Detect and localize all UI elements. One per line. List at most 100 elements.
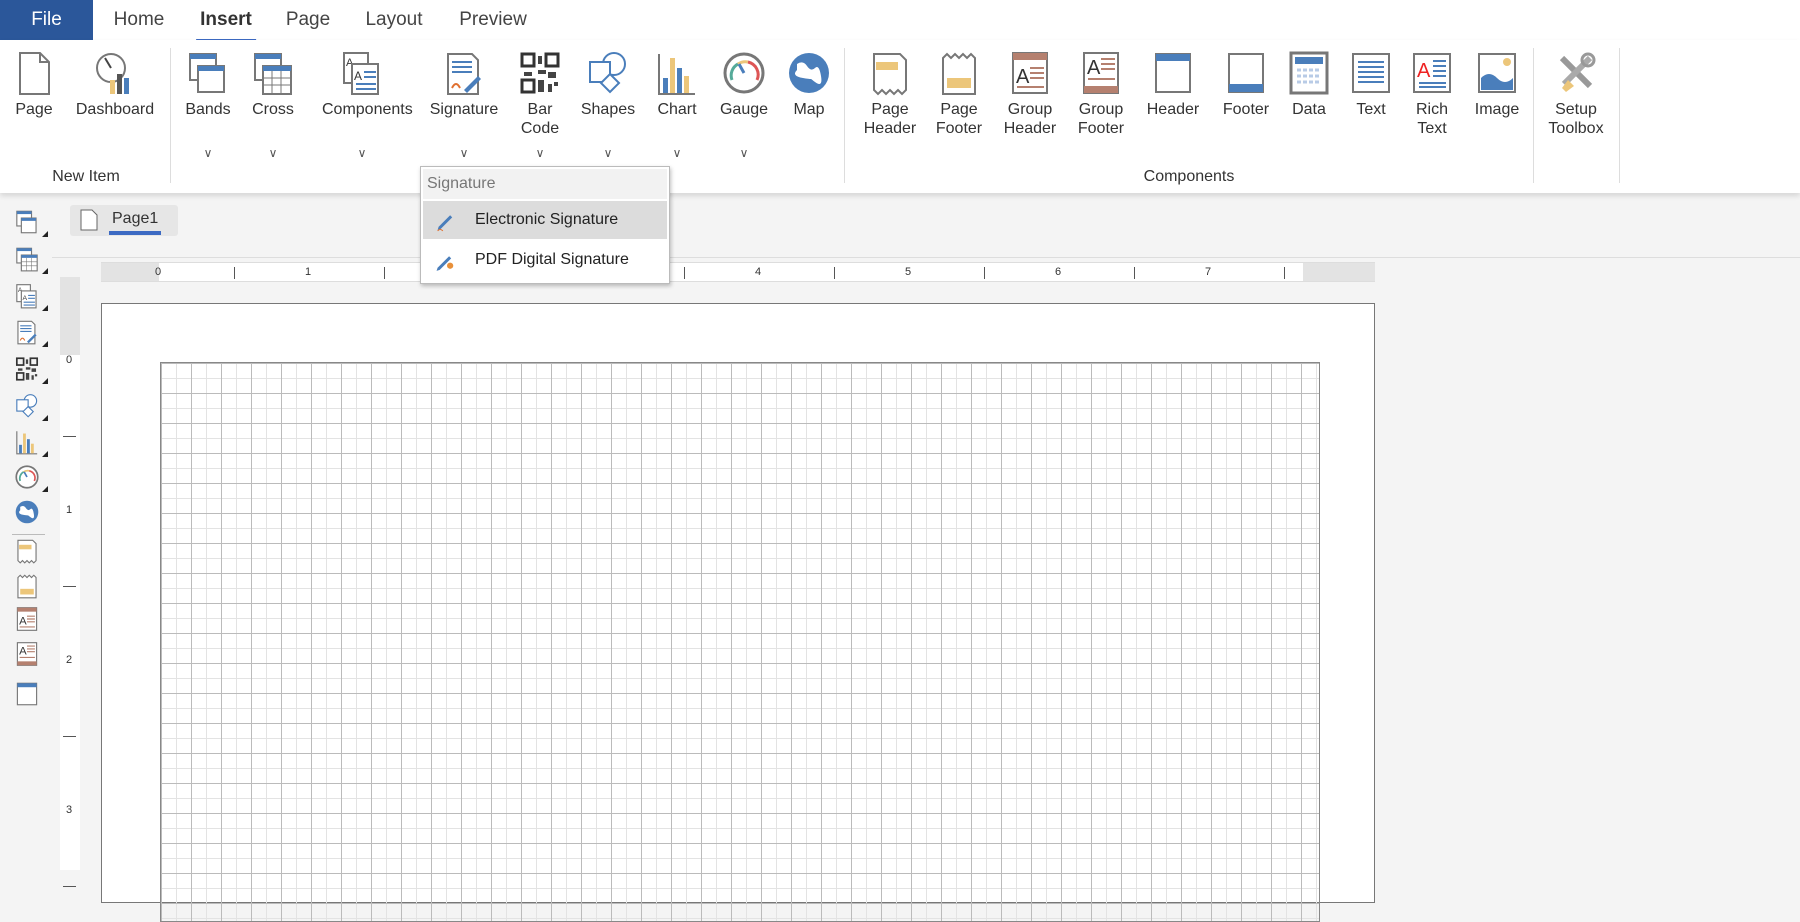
design-grid[interactable] <box>160 362 1320 922</box>
cross-button[interactable]: Cross <box>233 50 313 119</box>
page-icon <box>12 50 56 96</box>
group-footer-icon: A <box>14 641 40 667</box>
map-globe-icon <box>787 50 831 96</box>
shapes-tool-button[interactable] <box>14 393 48 423</box>
group-divider <box>1619 48 1620 183</box>
footer-icon <box>1224 50 1268 96</box>
ribbon-item-label: Page <box>15 101 53 118</box>
group-footer-tool-button[interactable]: A <box>14 641 44 671</box>
svg-text:A: A <box>19 616 27 628</box>
dropdown-corner-icon <box>42 451 48 457</box>
file-menu-button[interactable]: File <box>0 0 93 40</box>
dashboard-icon <box>93 50 137 96</box>
svg-text:A: A <box>1417 60 1431 82</box>
header-button[interactable]: Header <box>1133 50 1213 119</box>
shapes-button[interactable]: Shapes <box>568 50 648 119</box>
ruler-tick <box>63 886 76 887</box>
ribbon-item-label: Signature <box>429 101 499 118</box>
rich-text-icon: A <box>1410 50 1454 96</box>
ruler-label: 4 <box>755 266 762 278</box>
page-footer-button[interactable]: Page Footer <box>919 50 999 138</box>
dropdown-corner-icon <box>42 486 48 492</box>
ruler-tick <box>234 267 235 279</box>
bands-tool-button[interactable] <box>14 209 48 239</box>
chevron-down-icon[interactable]: ∨ <box>358 146 367 160</box>
map-globe-tool-button[interactable] <box>14 499 44 529</box>
group-divider <box>1533 48 1534 183</box>
ribbon-item-label: Cross <box>252 101 294 118</box>
cross-tab-tool-button[interactable] <box>14 246 48 276</box>
ruler-tick <box>984 267 985 279</box>
ruler-margin <box>101 263 159 281</box>
header-tool-button[interactable] <box>14 681 44 711</box>
menu-bar: File Home Insert Page Layout Preview <box>0 0 1800 43</box>
header-icon <box>14 681 40 707</box>
chevron-down-icon[interactable]: ∨ <box>536 146 545 160</box>
ruler-label: 0 <box>155 266 162 278</box>
dashboard-button[interactable]: Dashboard <box>75 50 155 119</box>
page-tab-page1[interactable]: Page1 <box>70 205 178 236</box>
chevron-down-icon[interactable]: ∨ <box>740 146 749 160</box>
tab-home[interactable]: Home <box>114 9 165 31</box>
pen-icon <box>435 209 459 233</box>
gauge-icon <box>14 464 40 490</box>
barcode-tool-button[interactable] <box>14 356 48 386</box>
tab-page[interactable]: Page <box>286 9 330 31</box>
menu-item-label: Electronic Signature <box>475 211 619 228</box>
page-header-icon <box>868 50 912 96</box>
chart-tool-button[interactable] <box>14 429 48 459</box>
image-button[interactable]: Image <box>1457 50 1537 119</box>
gauge-tool-button[interactable] <box>14 464 48 494</box>
components-icon: AA <box>340 50 384 96</box>
ruler-label: 3 <box>66 804 73 816</box>
ruler-tick <box>63 586 76 587</box>
signature-tool-button[interactable] <box>14 319 48 349</box>
page-footer-tool-button[interactable] <box>14 573 44 603</box>
image-icon <box>1475 50 1519 96</box>
chart-icon <box>655 50 699 96</box>
text-icon <box>1349 50 1393 96</box>
page-header-button[interactable]: Page Header <box>850 50 930 138</box>
group-footer-button[interactable]: A Group Footer <box>1061 50 1141 138</box>
chevron-down-icon[interactable]: ∨ <box>673 146 682 160</box>
chevron-down-icon[interactable]: ∨ <box>204 146 213 160</box>
setup-toolbox-button[interactable]: Setup Toolbox <box>1536 50 1616 138</box>
page-header-tool-button[interactable] <box>14 538 44 568</box>
ruler-margin <box>60 277 80 355</box>
dropdown-corner-icon <box>42 268 48 274</box>
header-icon <box>1151 50 1195 96</box>
page-icon <box>80 209 98 231</box>
tab-insert[interactable]: Insert <box>196 9 256 43</box>
menu-item-pdf-digital-signature[interactable]: PDF Digital Signature <box>423 241 667 279</box>
report-page[interactable] <box>101 303 1375 922</box>
ruler-tick <box>1284 267 1285 279</box>
dropdown-corner-icon <box>42 341 48 347</box>
ribbon-item-label: Group Header <box>1003 101 1057 137</box>
chevron-down-icon[interactable]: ∨ <box>604 146 613 160</box>
tab-layout[interactable]: Layout <box>365 9 422 31</box>
toolbox-divider <box>12 534 45 535</box>
gauge-icon <box>722 50 766 96</box>
ribbon-item-label: Components <box>322 101 413 118</box>
ruler-label: 1 <box>305 266 312 278</box>
map-button[interactable]: Map <box>769 50 849 119</box>
page-footer-icon <box>14 573 40 599</box>
ribbon-item-label: Page Header <box>863 101 917 137</box>
ruler-label: 0 <box>66 354 73 366</box>
ruler-label: 1 <box>66 504 73 516</box>
page-button[interactable]: Page <box>0 50 74 119</box>
components-tool-button[interactable]: AA <box>14 283 48 313</box>
tab-preview[interactable]: Preview <box>459 9 527 31</box>
group-header-icon: A <box>14 606 40 632</box>
ruler-label: 6 <box>1055 266 1062 278</box>
menu-item-electronic-signature[interactable]: Electronic Signature <box>423 201 667 239</box>
signature-button[interactable]: Signature <box>424 50 504 119</box>
ruler-tick <box>684 267 685 279</box>
dropdown-corner-icon <box>42 415 48 421</box>
components-button[interactable]: A A Components <box>322 50 413 119</box>
group-header-tool-button[interactable]: A <box>14 606 44 636</box>
pen-certificate-icon <box>435 249 459 273</box>
chevron-down-icon[interactable]: ∨ <box>269 146 278 160</box>
group-header-button[interactable]: A Group Header <box>990 50 1070 138</box>
chevron-down-icon[interactable]: ∨ <box>460 146 469 160</box>
